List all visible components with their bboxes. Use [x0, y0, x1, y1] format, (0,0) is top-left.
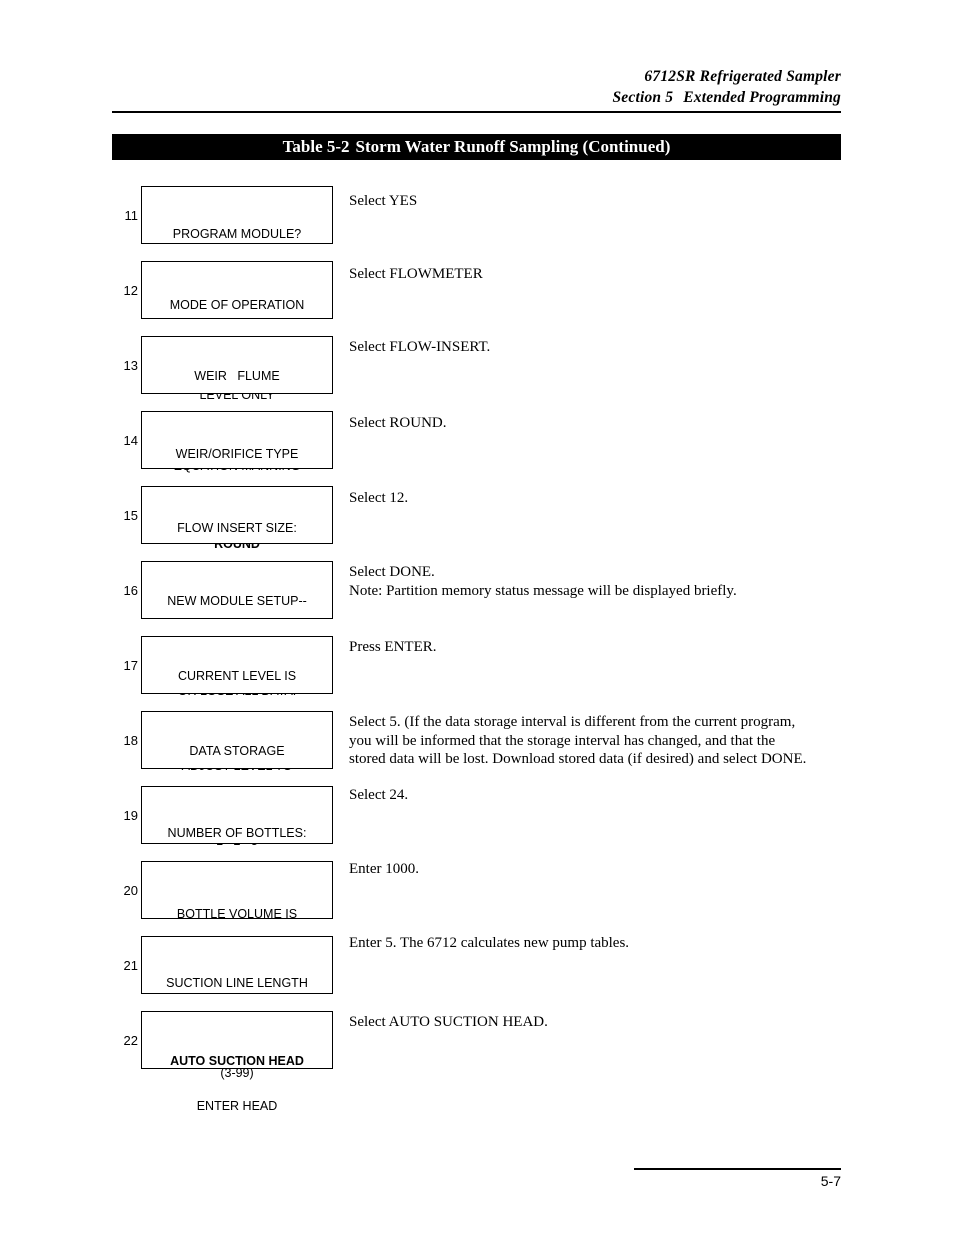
description-line: Select FLOW-INSERT. — [349, 339, 491, 355]
lcd-line: BOTTLE VOLUME IS — [176, 907, 298, 921]
row-description: Select 12. — [349, 489, 849, 508]
lcd-screen: DATA STORAGE INTERVAL IN MINUTES 1 2 5 1… — [141, 711, 333, 893]
table-row: 11 PROGRAM MODULE? YES NO Select YES — [112, 186, 854, 286]
table-row: 18 DATA STORAGE INTERVAL IN MINUTES 1 2 … — [112, 711, 854, 893]
description-line: Select FLOWMETER — [349, 266, 483, 282]
table-row: 22 AUTO SUCTION HEAD ENTER HEAD Select A… — [112, 1011, 854, 1113]
row-number: 19 — [123, 808, 138, 823]
row-description: Select ROUND. — [349, 414, 849, 433]
table-row: 17 CURRENT LEVEL IS ___.___ ft. ADJUST L… — [112, 636, 854, 818]
table-row: 13 WEIR FLUME DATA POINTS EQUATION MANNI… — [112, 336, 854, 518]
footer-rule — [634, 1168, 841, 1170]
description-line: stored data will be lost. Download store… — [349, 751, 807, 767]
lcd-line: ENTER HEAD — [196, 1099, 278, 1113]
lcd-selected-option: AUTO SUCTION HEAD — [170, 1054, 304, 1068]
row-description: Select FLOW-INSERT. — [349, 338, 849, 357]
running-head-section: Section 5 Extended Programming — [112, 87, 841, 108]
description-line: Note: Partition memory status message wi… — [349, 582, 737, 599]
running-head: 6712SR Refrigerated Sampler Section 5 Ext… — [112, 66, 841, 108]
lcd-screen: MODE OF OPERATION FLOWMETER LEVEL ONLY — [141, 261, 333, 402]
table-caption-label: Table 5-2 — [282, 137, 350, 156]
row-description: Select YES — [349, 192, 849, 211]
lcd-screen: SUCTION LINE LENGTH IS 5 ft (3-99) — [141, 936, 333, 1080]
row-number: 21 — [123, 958, 138, 973]
row-description: Enter 1000. — [349, 860, 849, 879]
description-line: Press ENTER. — [349, 639, 437, 655]
lcd-line: DATA STORAGE — [189, 744, 285, 758]
lcd-screen: NEW MODULE SETUP-- DOWNLOAD DATA NOW OR … — [141, 561, 333, 743]
row-number: 12 — [123, 283, 138, 298]
row-number: 20 — [123, 883, 138, 898]
lcd-screen: AUTO SUCTION HEAD ENTER HEAD — [141, 1011, 333, 1113]
lcd-line: WEIR FLUME — [194, 369, 280, 383]
row-number: 22 — [123, 1033, 138, 1048]
description-line: Enter 5. The 6712 calculates new pump ta… — [349, 935, 630, 951]
lcd-line: NEW MODULE SETUP-- — [167, 594, 307, 608]
table-caption: Table 5-2 Storm Water Runoff Sampling (Co… — [112, 134, 841, 160]
row-number: 18 — [123, 733, 138, 748]
lcd-line: PROGRAM MODULE? — [172, 227, 302, 241]
table-row: 14 WEIR/ORIFICE TYPE V-NOTCH ROUND Selec… — [112, 411, 854, 551]
row-description: Select 5. (If the data storage interval … — [349, 713, 849, 769]
table-body: 11 PROGRAM MODULE? YES NO Select YES 12 … — [112, 186, 854, 1113]
document-page: 6712SR Refrigerated Sampler Section 5 Ext… — [0, 0, 954, 1235]
description-line: Enter 1000. — [349, 861, 419, 877]
lcd-line: CURRENT LEVEL IS — [177, 669, 297, 683]
table-row: 20 BOTTLE VOLUME IS 1000 ml (300-30000) … — [112, 860, 854, 966]
row-description: Press ENTER. — [349, 638, 849, 657]
lcd-screen: WEIR FLUME DATA POINTS EQUATION MANNING … — [141, 336, 333, 518]
row-number: 15 — [123, 508, 138, 523]
lcd-line: WEIR/ORIFICE TYPE — [175, 447, 299, 461]
description-line: Select 5. (If the data storage interval … — [349, 714, 796, 730]
row-description: Select AUTO SUCTION HEAD. — [349, 1013, 849, 1032]
description-line: Select 24. — [349, 787, 409, 803]
header-rule — [112, 111, 841, 113]
running-head-title: 6712SR Refrigerated Sampler — [644, 68, 841, 85]
row-description: Enter 5. The 6712 calculates new pump ta… — [349, 934, 849, 953]
lcd-screen: CURRENT LEVEL IS ___.___ ft. ADJUST LEVE… — [141, 636, 333, 818]
page-number: 5-7 — [820, 1173, 841, 1189]
row-description: Select 24. — [349, 786, 849, 805]
row-number: 13 — [123, 358, 138, 373]
description-line: Select YES — [349, 193, 418, 209]
description-line: Select DONE. — [349, 564, 435, 580]
table-row: 19 NUMBER OF BOTTLES: 1 2 4 8 12 24 Sele… — [112, 786, 854, 885]
row-description: Select FLOWMETER — [349, 265, 849, 284]
lcd-screen: PROGRAM MODULE? YES NO — [141, 186, 333, 286]
lcd-line: MODE OF OPERATION — [169, 298, 305, 312]
table-row: 16 NEW MODULE SETUP-- DOWNLOAD DATA NOW … — [112, 561, 854, 743]
table-caption-title: Storm Water Runoff Sampling (Continued) — [355, 137, 671, 156]
lcd-line: NUMBER OF BOTTLES: — [167, 826, 307, 840]
running-head-section-number: Section 5 — [612, 89, 674, 106]
row-number: 11 — [124, 208, 139, 223]
lcd-screen: FLOW INSERT SIZE: 6" 8" 10" 12" — [141, 486, 333, 580]
row-number: 16 — [123, 583, 138, 598]
lcd-screen: NUMBER OF BOTTLES: 1 2 4 8 12 24 — [141, 786, 333, 885]
description-line: you will be informed that the storage in… — [349, 732, 776, 749]
description-line: Select AUTO SUCTION HEAD. — [349, 1014, 548, 1030]
row-description: Select DONE. Note: Partition memory stat… — [349, 563, 849, 600]
description-line: Select ROUND. — [349, 415, 447, 431]
row-number: 14 — [123, 433, 138, 448]
lcd-line: FLOW INSERT SIZE: — [177, 521, 297, 535]
lcd-line: SUCTION LINE LENGTH — [166, 976, 308, 990]
lcd-screen: WEIR/ORIFICE TYPE V-NOTCH ROUND — [141, 411, 333, 551]
lcd-screen: BOTTLE VOLUME IS 1000 ml (300-30000) — [141, 861, 333, 966]
table-row: 12 MODE OF OPERATION FLOWMETER LEVEL ONL… — [112, 261, 854, 402]
description-line: Select 12. — [349, 490, 409, 506]
table-row: 15 FLOW INSERT SIZE: 6" 8" 10" 12" Selec… — [112, 486, 854, 580]
row-number: 17 — [123, 658, 138, 673]
running-head-section-name: Extended Programming — [683, 89, 841, 106]
table-row: 21 SUCTION LINE LENGTH IS 5 ft (3-99) En… — [112, 934, 854, 1080]
